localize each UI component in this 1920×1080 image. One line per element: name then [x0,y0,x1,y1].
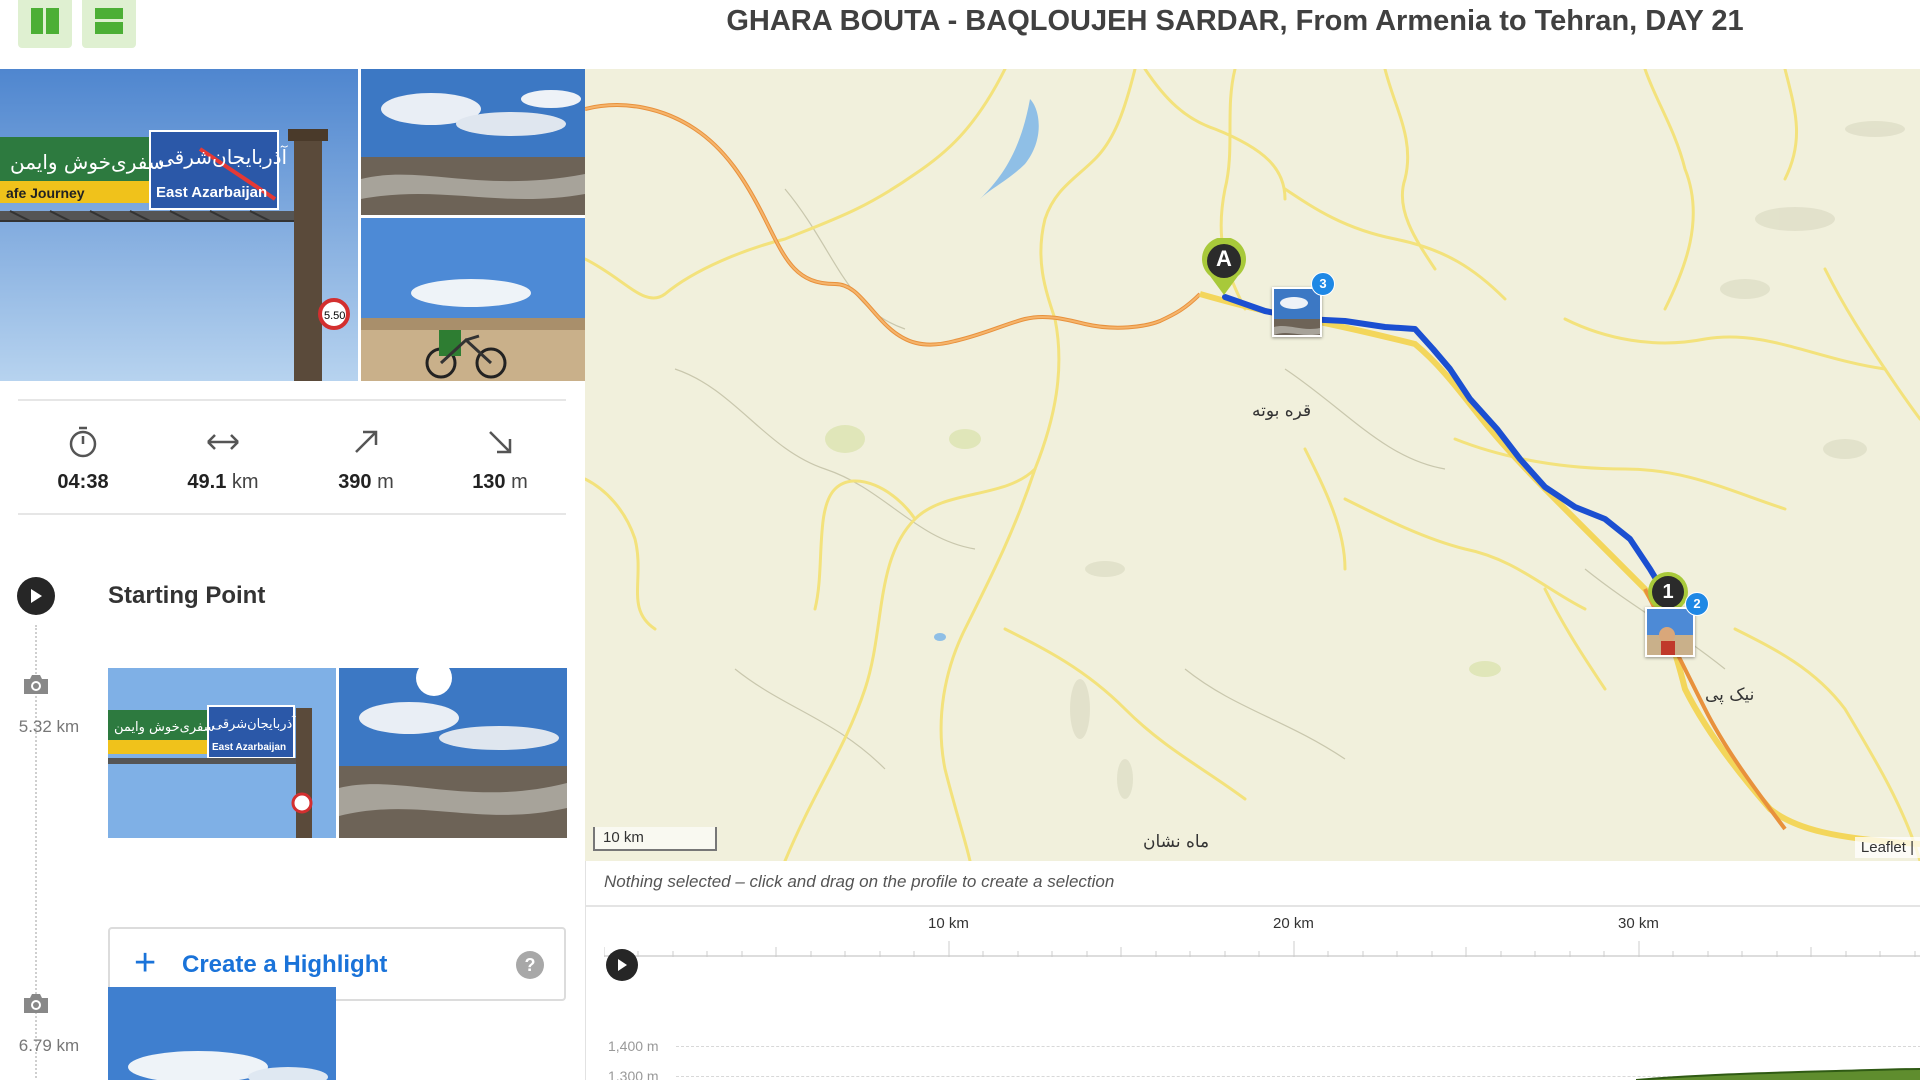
map-attribution[interactable]: Leaflet | [1854,837,1920,858]
starting-point-label: Starting Point [108,582,266,609]
sidebar: سفری‌خوش وایمن آذربایجان‌شرقی afe Journe… [0,69,585,1080]
arrow-down-right-icon [489,431,512,454]
svg-text:East Azarbaijan: East Azarbaijan [212,742,286,753]
duration-value: 04:38 [57,471,109,493]
elevation-profile[interactable]: Nothing selected – click and drag on the… [585,861,1920,1080]
profile-divider [586,905,1920,907]
distance-arrows-icon [207,434,239,450]
waypoint-marker-label: 1 [1652,576,1684,608]
play-icon [31,589,42,603]
timeline-distance: 6.79 km [18,1036,80,1055]
page-title: GHARA BOUTA - BAQLOUJEH SARDAR, From Arm… [726,5,1744,37]
help-icon[interactable]: ? [516,951,544,979]
split-view-button[interactable] [18,0,72,48]
svg-text:afe Journey: afe Journey [6,185,85,201]
start-marker-label: A [1216,246,1232,271]
uphill-unit: m [377,471,394,493]
place-label: ماه نشان [1143,832,1210,852]
timeline-distance: 5.32 km [18,717,80,736]
start-play-button[interactable] [17,577,55,615]
split-view-icon [31,8,59,34]
place-label: نیک پی [1705,685,1755,705]
waypoint-marker[interactable]: 1 [1648,572,1688,612]
downhill-value: 130 [472,471,506,493]
photo-count-badge: 2 [1685,592,1709,616]
create-highlight-label: Create a Highlight [182,951,388,978]
stacked-view-button[interactable] [82,0,136,48]
place-label: قره بوته [1252,401,1312,421]
svg-text:سفری‌خوش وایمن: سفری‌خوش وایمن [10,150,165,174]
map-scale: 10 km [593,827,717,851]
svg-text:آذربایجان‌شرقی: آذربایجان‌شرقی [212,715,297,732]
stat-uphill: 390 m [301,401,431,494]
km-tick-label: 10 km [928,915,969,932]
distance-unit: km [231,471,259,493]
stat-distance: 49.1 km [158,401,288,494]
map-photo-thumbnail[interactable] [1272,287,1322,337]
elevation-label: 1,400 m [608,1038,659,1054]
km-tick-label: 20 km [1273,915,1314,932]
cover-photo-river[interactable] [361,69,585,215]
stopwatch-icon [69,426,97,458]
timeline-photo-sky[interactable] [108,987,336,1080]
timeline-photo-road-sign[interactable]: سفری‌خوش وایمن آذربایجان‌شرقی East Azarb… [108,668,336,838]
photo-count-badge: 3 [1311,272,1335,296]
downhill-unit: m [511,471,528,493]
distance-value: 49.1 [187,471,227,493]
map-tiles [585,69,1920,861]
cover-photo-bicycle[interactable] [361,218,585,381]
stat-downhill: 130 m [435,401,565,494]
elevation-label: 1,300 m [608,1068,659,1080]
elevation-gridline [676,1046,1920,1047]
profile-play-button[interactable] [606,949,638,981]
uphill-value: 390 [338,471,372,493]
play-icon [618,959,627,971]
arrow-up-right-icon [355,430,378,453]
trip-stats: 04:38 49.1 km 390 m 130 m [18,399,566,515]
svg-text:سفری‌خوش وایمن: سفری‌خوش وایمن [114,720,215,735]
camera-icon [24,675,48,694]
map-photo-thumbnail[interactable] [1645,607,1695,657]
svg-text:5.50: 5.50 [324,310,345,322]
plus-icon: + [134,942,157,984]
stacked-view-icon [95,8,123,34]
elevation-curve [1636,1068,1920,1080]
map[interactable]: قره بوته نیک پی ماه نشان A 3 1 2 10 km L… [585,69,1920,861]
header: GHARA BOUTA - BAQLOUJEH SARDAR, From Arm… [0,0,1920,69]
distance-ticks [603,941,1920,957]
svg-text:East Azarbaijan: East Azarbaijan [156,184,267,201]
stat-duration: 04:38 [18,401,148,494]
svg-text:آذربایجان‌شرقی: آذربایجان‌شرقی [158,144,289,169]
km-tick-label: 30 km [1618,915,1659,932]
cover-photo-road-sign[interactable]: سفری‌خوش وایمن آذربایجان‌شرقی afe Journe… [0,69,358,381]
timeline-photo-river[interactable] [339,668,567,838]
selection-hint: Nothing selected – click and drag on the… [604,872,1115,891]
camera-icon [24,994,48,1013]
